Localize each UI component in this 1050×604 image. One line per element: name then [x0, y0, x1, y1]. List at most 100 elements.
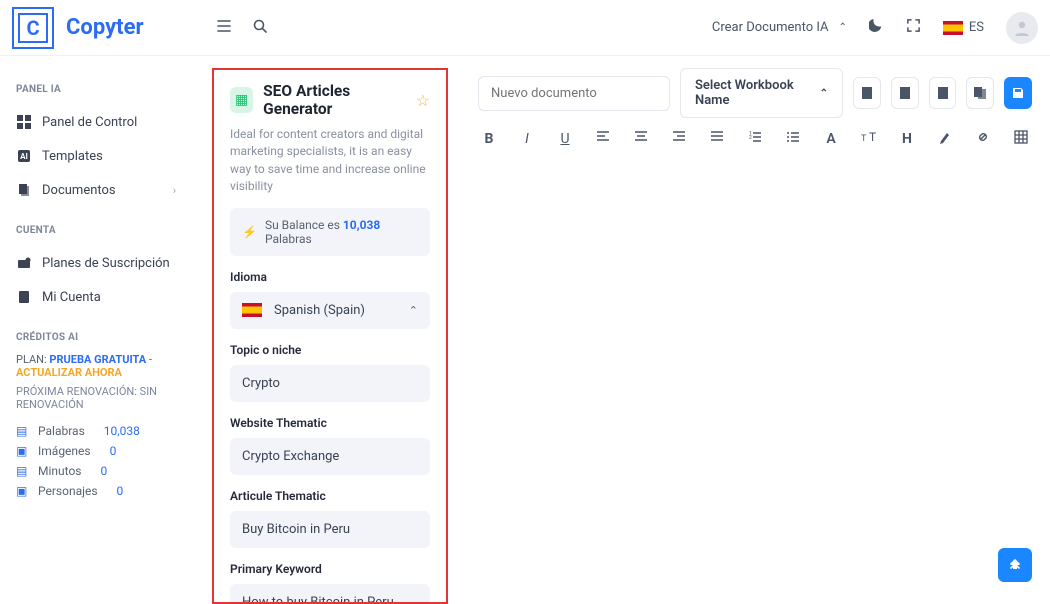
dashboard-icon: [16, 114, 32, 130]
language-switcher[interactable]: ES: [943, 20, 984, 35]
align-left-button[interactable]: [594, 130, 612, 148]
account-icon: [16, 289, 32, 305]
article-thematic-input[interactable]: [230, 511, 430, 548]
table-button[interactable]: [1012, 130, 1030, 148]
credit-value: 0: [110, 444, 117, 458]
language-value: Spanish (Spain): [274, 303, 365, 318]
language-select[interactable]: Spanish (Spain) ⌃: [230, 292, 430, 329]
font-family-button[interactable]: A: [822, 131, 840, 147]
label-website-thematic: Website Thematic: [230, 416, 430, 430]
sidebar-item-label: Panel de Control: [42, 115, 137, 130]
plans-icon: [16, 255, 32, 271]
chevron-up-icon: ⌃: [409, 304, 418, 317]
primary-keyword-input[interactable]: [230, 584, 430, 604]
chevron-up-icon: ⌃: [820, 88, 828, 99]
workbook-select[interactable]: Select Workbook Name ⌃: [680, 68, 843, 118]
documents-icon: [16, 182, 32, 198]
credit-label: Personajes: [38, 484, 98, 498]
menu-icon[interactable]: [216, 18, 232, 38]
label-article-thematic: Articule Thematic: [230, 489, 430, 503]
underline-button[interactable]: U: [556, 131, 574, 147]
sidebar-item-label: Documentos: [42, 183, 116, 198]
editor-toolbar: B I U 12 A TT H: [478, 118, 1032, 160]
form-title: SEO Articles Generator: [263, 82, 406, 118]
sidebar-item-templates[interactable]: AI Templates: [10, 139, 182, 173]
font-size-button[interactable]: TT: [860, 130, 878, 148]
copy-button[interactable]: [966, 77, 994, 109]
ordered-list-button[interactable]: 12: [746, 130, 764, 148]
scroll-to-top-button[interactable]: [998, 548, 1032, 582]
balance-prefix: Su Balance es: [265, 218, 343, 232]
minutes-icon: ▤: [16, 464, 30, 478]
export-pdf-button[interactable]: [891, 77, 919, 109]
create-document-button[interactable]: Crear Documento IA ⌃: [712, 20, 847, 35]
unordered-list-button[interactable]: [784, 130, 802, 148]
credit-label: Minutos: [38, 464, 81, 478]
logo[interactable]: C: [12, 7, 54, 49]
highlight-button[interactable]: [936, 130, 954, 148]
label-language: Idioma: [230, 270, 430, 284]
align-justify-button[interactable]: [708, 130, 726, 148]
chevron-up-icon: ⌃: [839, 22, 847, 33]
renewal-info: PRÓXIMA RENOVACIÓN: SIN RENOVACIÓN: [16, 385, 176, 411]
section-panel-ia: PANEL IA: [16, 84, 176, 95]
favorite-star-icon[interactable]: ☆: [416, 91, 430, 110]
credit-images: ▣ Imágenes 0: [16, 441, 176, 461]
dark-mode-icon[interactable]: [869, 18, 884, 37]
label-primary-keyword: Primary Keyword: [230, 562, 430, 576]
form-card: ▦ SEO Articles Generator ☆ Ideal for con…: [212, 68, 448, 604]
sidebar-item-dashboard[interactable]: Panel de Control: [10, 105, 182, 139]
section-credits: CRÉDITOS AI: [16, 332, 176, 343]
plan-label: PLAN:: [16, 353, 49, 366]
link-button[interactable]: [974, 130, 992, 148]
label-topic: Topic o niche: [230, 343, 430, 357]
logo-letter: C: [18, 13, 48, 43]
svg-text:T: T: [869, 130, 876, 144]
credit-label: Imágenes: [38, 444, 91, 458]
align-right-button[interactable]: [670, 130, 688, 148]
credit-label: Palabras: [38, 424, 85, 438]
website-thematic-input[interactable]: [230, 438, 430, 475]
plan-line: PLAN: PRUEBA GRATUITA - ACTUALIZAR AHORA: [16, 353, 176, 379]
sidebar-item-account[interactable]: Mi Cuenta: [10, 280, 182, 314]
save-button[interactable]: [1004, 77, 1032, 109]
export-txt-button[interactable]: [929, 77, 957, 109]
balance-value: 10,038: [343, 218, 380, 232]
chevron-right-icon: ›: [173, 184, 176, 197]
balance-suffix: Palabras: [265, 232, 312, 246]
topic-input[interactable]: [230, 365, 430, 402]
fullscreen-icon[interactable]: [906, 18, 921, 37]
balance-badge: ⚡ Su Balance es 10,038 Palabras: [230, 208, 430, 256]
brand-name: Copyter: [66, 15, 144, 40]
avatar[interactable]: [1006, 12, 1038, 44]
sidebar-item-plans[interactable]: Planes de Suscripción: [10, 246, 182, 280]
bold-button[interactable]: B: [480, 131, 498, 147]
credit-value: 0: [117, 484, 124, 498]
heading-button[interactable]: H: [898, 131, 916, 147]
plan-upgrade-link[interactable]: ACTUALIZAR AHORA: [16, 366, 122, 379]
flag-es-icon: [242, 303, 262, 317]
document-name-input[interactable]: [478, 76, 670, 111]
plan-free: PRUEBA GRATUITA: [49, 353, 146, 366]
export-word-button[interactable]: [853, 77, 881, 109]
credit-minutes: ▤ Minutos 0: [16, 461, 176, 481]
credit-words: ▤ Palabras 10,038: [16, 421, 176, 441]
svg-text:2: 2: [749, 135, 752, 141]
language-code: ES: [969, 20, 984, 35]
credit-value: 0: [100, 464, 107, 478]
plan-sep: -: [146, 353, 152, 366]
align-center-button[interactable]: [632, 130, 650, 148]
form-description: Ideal for content creators and digital m…: [230, 126, 430, 196]
search-icon[interactable]: [252, 18, 268, 38]
flag-es-icon: [943, 21, 963, 35]
words-icon: ▤: [16, 424, 30, 438]
section-account: CUENTA: [16, 225, 176, 236]
sidebar-item-label: Templates: [42, 149, 103, 164]
template-icon: ▦: [230, 87, 253, 113]
sidebar-item-label: Planes de Suscripción: [42, 256, 170, 271]
workbook-label: Select Workbook Name: [695, 78, 810, 108]
images-icon: ▣: [16, 444, 30, 458]
sidebar-item-documents[interactable]: Documentos ›: [10, 173, 182, 207]
italic-button[interactable]: I: [518, 131, 536, 147]
bolt-icon: ⚡: [242, 225, 257, 239]
